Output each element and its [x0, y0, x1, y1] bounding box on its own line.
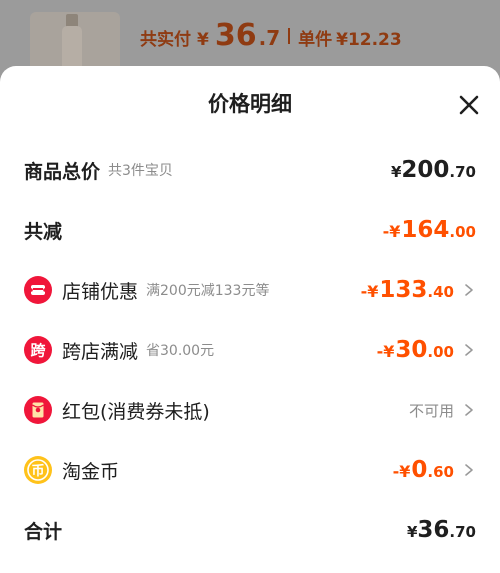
taojinbi-row[interactable]: 币 淘金币 -¥ 0.60 — [0, 450, 500, 490]
cross-store-icon: 跨 — [24, 336, 52, 364]
price-divider — [288, 27, 291, 44]
cross-store-row[interactable]: 跨 跨店满减 省30.00元 -¥ 30.00 — [0, 330, 500, 370]
goods-count: 共3件宝贝 — [108, 163, 173, 179]
total-paid-currency: ¥ — [197, 30, 209, 50]
chevron-right-icon — [465, 404, 473, 416]
red-packet-status: 不可用 — [408, 401, 454, 420]
store-discount-amount: -¥ 133.40 — [360, 277, 454, 303]
red-packet-label: 红包(消费券未抵) — [62, 400, 210, 423]
sheet-title: 价格明细 — [208, 92, 292, 116]
cross-store-amount: -¥ 30.00 — [376, 337, 454, 363]
total-reduction-label: 共减 — [24, 220, 63, 243]
total-reduction-amount: -¥ 164.00 — [382, 217, 476, 243]
grand-total-row: 合计 ¥36.70 — [0, 510, 500, 550]
price-detail-sheet: 价格明细 商品总价 共3件宝贝 ¥200.70 共减 -¥ 164.00 店铺优… — [0, 66, 500, 573]
store-coupon-icon — [24, 276, 52, 304]
taojinbi-label: 淘金币 — [62, 460, 120, 483]
chevron-right-icon — [465, 344, 473, 356]
svg-text:跨: 跨 — [30, 342, 46, 360]
store-discount-desc: 满200元减133元等 — [146, 283, 270, 299]
coin-icon: 币 — [24, 456, 52, 484]
unit-price-label: 单件 — [298, 30, 333, 50]
total-reduction-row: 共减 -¥ 164.00 — [0, 210, 500, 250]
close-icon — [459, 95, 479, 115]
chevron-right-icon — [465, 464, 473, 476]
cross-store-desc: 省30.00元 — [146, 343, 215, 359]
grand-total-amount: ¥36.70 — [406, 517, 476, 543]
svg-text:币: 币 — [31, 464, 44, 479]
goods-total-amount: ¥200.70 — [390, 157, 476, 183]
goods-total-row: 商品总价 共3件宝贝 ¥200.70 — [0, 150, 500, 190]
goods-total-label: 商品总价 — [24, 160, 101, 183]
chevron-right-icon — [465, 284, 473, 296]
red-packet-icon — [24, 396, 52, 424]
grand-total-label: 合计 — [24, 520, 63, 543]
background-price-line: 共实付 ¥ 36 .7 单件 ¥12.23 — [140, 18, 402, 53]
total-paid-int: 36 — [214, 18, 257, 53]
total-paid-dec: .7 — [258, 26, 281, 50]
total-paid-label: 共实付 — [140, 30, 191, 50]
red-packet-row[interactable]: 红包(消费券未抵) 不可用 — [0, 390, 500, 430]
close-button[interactable] — [456, 92, 482, 118]
taojinbi-amount: -¥ 0.60 — [392, 457, 454, 483]
unit-price-value: ¥12.23 — [336, 30, 402, 50]
store-discount-label: 店铺优惠 — [62, 280, 139, 303]
cross-store-label: 跨店满减 — [62, 340, 139, 363]
store-discount-row[interactable]: 店铺优惠 满200元减133元等 -¥ 133.40 — [0, 270, 500, 310]
